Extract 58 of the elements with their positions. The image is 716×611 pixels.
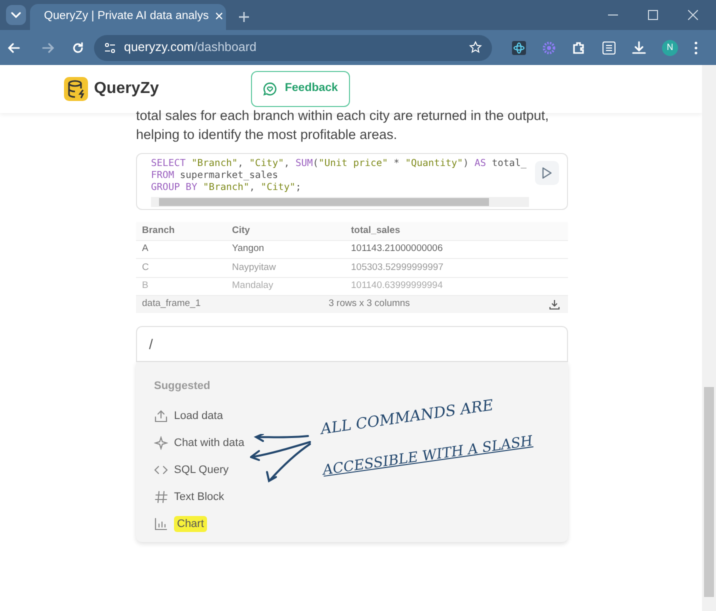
close-icon[interactable] [688, 10, 698, 20]
table-cell-text: Naypyitaw [232, 260, 277, 275]
menu-item[interactable]: Chat with data [154, 430, 244, 456]
menu-item[interactable]: Load data [154, 402, 223, 430]
site-settings-icon [104, 42, 116, 54]
hash-icon [154, 490, 168, 504]
tab-list-button[interactable] [6, 5, 26, 25]
chat-heart-icon [262, 82, 277, 96]
menu-heading: Suggested [154, 379, 210, 394]
download-icon[interactable] [549, 299, 560, 310]
scrollbar-thumb[interactable] [704, 387, 714, 597]
scrollbar[interactable] [702, 65, 716, 611]
extensions-icon[interactable] [572, 40, 586, 54]
scrollbar-thumb[interactable] [159, 198, 489, 206]
tab-title: QueryZy | Private AI data analys [44, 9, 209, 24]
code-editor[interactable]: SELECT "Branch", "City", SUM("Unit price" * "Quantity") AS total_ FROM supermarket_sales GROUP BY "Branch", "City"; [136, 153, 568, 210]
reload-icon[interactable] [72, 42, 84, 54]
column-header: Branch [142, 224, 176, 238]
code-icon [154, 463, 168, 477]
table-cell-text: 101143.21000000006 [351, 242, 444, 256]
table-cell-text: Yangon [232, 242, 266, 256]
new-tab-icon[interactable] [238, 11, 250, 23]
atom-icon[interactable] [512, 40, 526, 54]
maximize-icon[interactable] [648, 10, 658, 20]
close-button[interactable]: × [214, 6, 224, 28]
table-cell-text: 101140.63999999994 [351, 279, 444, 294]
menu-item[interactable]: Text Block [154, 484, 224, 510]
address-bar[interactable]: queryzy.com/dashboard [94, 34, 492, 60]
more-menu-icon[interactable] [694, 40, 698, 54]
table-cell-text: A [142, 242, 150, 256]
menu-item[interactable]: SQL Query [154, 456, 229, 484]
table-cell-text: Mandalay [232, 279, 274, 294]
browser-tab[interactable]: QueryZy | Private AI data analys × [30, 4, 226, 30]
table-cell-text: B [142, 279, 150, 294]
horizontal-scrollbar[interactable] [151, 197, 529, 207]
brand-name: QueryZy [94, 79, 159, 99]
sql-code: SELECT "Branch", "City", SUM("Unit price" * "Quantity") AS total_ FROM supermarket_sales GROUP BY "Branch", "City"; [151, 158, 528, 194]
handwritten-note: ALL COMMANDS ARE [319, 394, 494, 438]
row-count: 3 rows x 3 columns [328, 297, 410, 312]
chevron-down-icon [11, 12, 21, 18]
table-cell-text: C [142, 260, 150, 275]
paragraph-text: total sales for each branch within each city are returned in the output, helping to identify the most profitable areas. [136, 107, 550, 144]
back-icon[interactable] [8, 42, 20, 54]
url-text: queryzy.com/dashboard [124, 39, 256, 56]
table-cell-text: 105303.52999999997 [351, 260, 444, 275]
reading-list-icon[interactable] [602, 40, 616, 54]
bar-chart-icon [154, 517, 168, 531]
upload-icon [154, 409, 168, 423]
run-button[interactable] [535, 161, 559, 185]
star-icon[interactable] [469, 41, 482, 54]
play-icon [542, 167, 552, 179]
column-header: total_sales [351, 224, 402, 238]
frame-name: data_frame_1 [142, 297, 201, 312]
sparkle-icon [154, 436, 168, 450]
column-header: City [232, 224, 251, 238]
menu-item[interactable]: Chart [154, 510, 207, 538]
command-input[interactable]: / [136, 326, 568, 362]
database-logo-icon [64, 77, 88, 101]
